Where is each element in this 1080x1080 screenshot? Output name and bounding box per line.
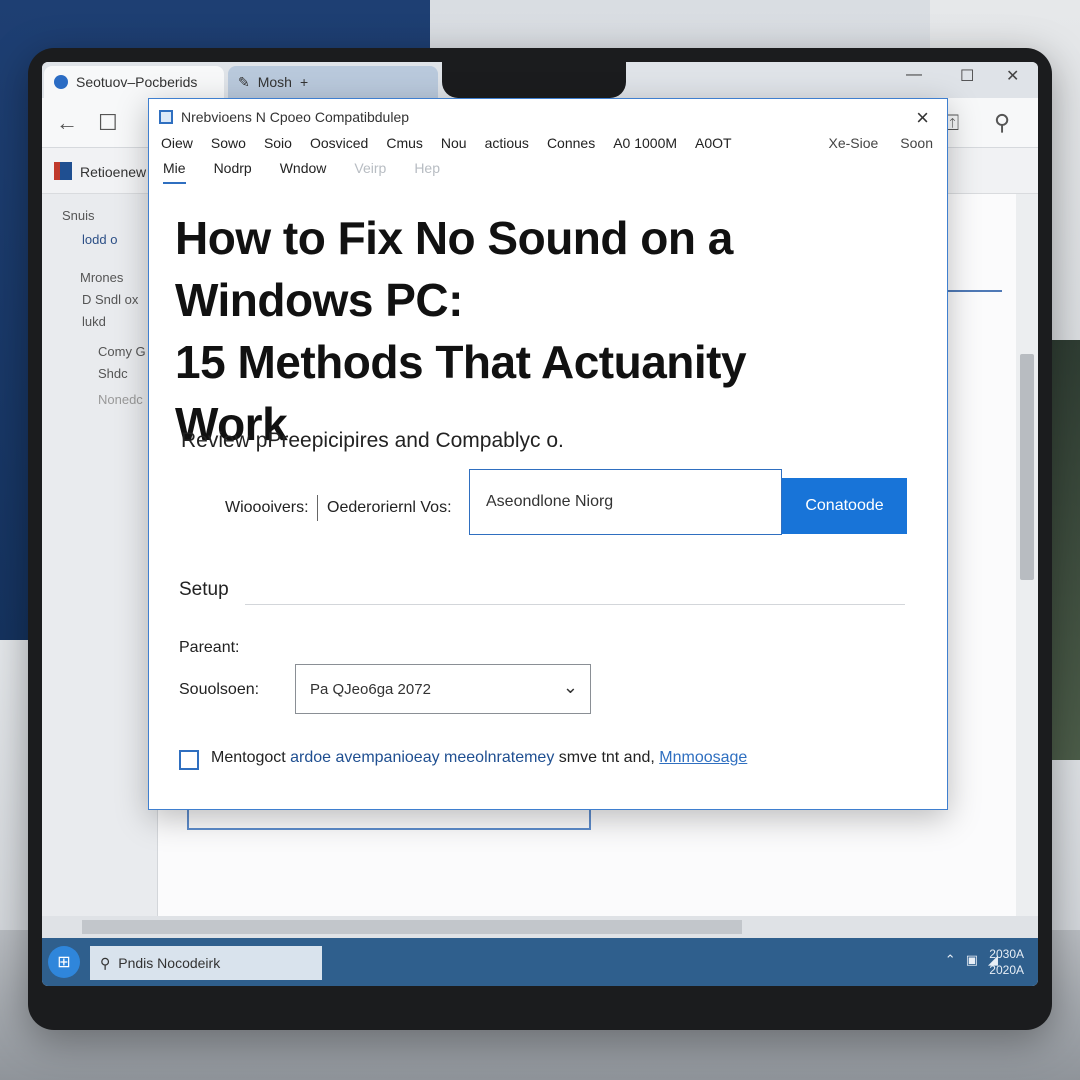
menu-item-dropdown[interactable]: Xe-Sioe (828, 135, 878, 151)
menu-item[interactable]: Oiew (161, 135, 193, 151)
camera-notch (442, 48, 626, 98)
sidebar-item[interactable]: lukd (82, 314, 106, 329)
menu-item[interactable]: Soon (900, 135, 933, 151)
sidebar-item[interactable]: Mrones (80, 270, 123, 285)
menu-item[interactable]: Nou (441, 135, 467, 151)
text-input[interactable]: Aseondlone Niorg (469, 469, 782, 535)
field-label: Oederoriernl Vos: (327, 499, 452, 516)
checkbox-link[interactable]: Mnmoosage (659, 749, 747, 766)
sidebar-item[interactable]: Nonedc (98, 392, 143, 407)
menu-item[interactable]: Connes (547, 135, 595, 151)
scroll-thumb[interactable] (82, 920, 742, 934)
label-separator (317, 495, 318, 521)
clock[interactable]: 2030A 2020A (989, 946, 1024, 978)
sidebar-item[interactable]: lodd o (82, 232, 117, 247)
minimize-icon[interactable]: — (906, 66, 922, 84)
taskbar-search[interactable]: ⚲ Pndis Nocodeirk (90, 946, 322, 980)
menu-item[interactable]: A0 1000M (613, 135, 677, 151)
tab-favicon-icon (54, 75, 68, 89)
new-tab-icon[interactable]: + (300, 74, 308, 90)
dialog-menu-bar: Oiew Sowo Soio Oosviced Cmus Nou actious… (161, 135, 937, 151)
vertical-scrollbar[interactable] (1016, 194, 1038, 916)
dialog-title: Nrebvioens N Cpoeo Compatibdulep (181, 109, 410, 125)
menu-item[interactable]: A0OT (695, 135, 732, 151)
tab[interactable]: Nodrp (214, 160, 252, 184)
network-icon[interactable]: ▣ (966, 952, 978, 968)
tab-disabled: Veirp (354, 160, 387, 176)
page-title: How to Fix No Sound on a Windows PC: 15 … (175, 207, 935, 455)
tab-edit-icon: ✎ (238, 73, 250, 90)
sidebar-item[interactable]: Comy G (98, 344, 146, 359)
page-title-line: 15 Methods That Actuanity (175, 336, 747, 388)
scroll-thumb[interactable] (1020, 354, 1034, 580)
maximize-icon[interactable]: ☐ (960, 66, 974, 86)
select-value: Pa QJeo6ga 2072 (310, 680, 431, 698)
clock-date: 2020A (989, 963, 1024, 977)
dialog-tabs: Mie Nodrp Wndow Veirp Hep (163, 160, 468, 184)
checkbox-label-text: smve tnt and, (558, 749, 655, 766)
section-divider (245, 604, 905, 605)
menu-item[interactable]: Soio (264, 135, 292, 151)
sidebar-item[interactable]: D Sndl ox (82, 292, 138, 307)
divider-line (948, 290, 1002, 292)
close-icon[interactable]: × (916, 105, 929, 131)
section-title: Setup (179, 579, 229, 600)
checkbox-label: Mentogoct ardoe avempanioeay meeolnratem… (211, 749, 747, 767)
start-button[interactable]: ⊞ (48, 946, 80, 978)
app-logo-icon (54, 162, 72, 180)
select-label: Souolsoen: (179, 681, 260, 698)
field-label: Wioooivers: (225, 499, 309, 516)
sidebar-item[interactable]: Shdc (98, 366, 128, 381)
dialog-app-icon (159, 110, 173, 124)
tab-label: Mosh (257, 74, 292, 90)
clock-time: 2030A (989, 947, 1024, 961)
subheading: Review pPreepicipires and Compablyc o. (181, 429, 564, 452)
tab[interactable]: Wndow (280, 160, 327, 184)
sidebar-item[interactable]: Snuis (62, 208, 95, 223)
close-window-icon[interactable]: ✕ (1006, 66, 1019, 86)
menu-item[interactable]: Cmus (386, 135, 423, 151)
compatibility-dialog: Nrebvioens N Cpoeo Compatibdulep × Oiew … (148, 98, 948, 810)
horizontal-scrollbar[interactable] (42, 916, 1038, 938)
taskbar: ⊞ ⚲ Pndis Nocodeirk ⌃ ▣ ◢ 2030A 2020A (42, 938, 1038, 986)
tab-disabled: Hep (414, 160, 440, 176)
dialog-title-bar: Nrebvioens N Cpoeo Compatibdulep (159, 109, 409, 125)
dropdown-select[interactable]: Pa QJeo6ga 2072 ⌄ (295, 664, 591, 714)
menu-item[interactable]: Oosviced (310, 135, 368, 151)
search-icon: ⚲ (100, 954, 111, 971)
primary-action-button[interactable]: Conatoode (782, 478, 907, 534)
dialog-menu-right: Xe-Sioe Soon (828, 135, 933, 151)
taskbar-search-text: Pndis Nocodeirk (118, 955, 221, 971)
menu-item[interactable]: actious (485, 135, 529, 151)
windows-logo-icon: ⊞ (57, 954, 71, 971)
field-label: Pareant: (179, 639, 240, 656)
checkbox-label-text: Mentogoct (211, 749, 291, 766)
sidebar: Snuis lodd o Mrones D Sndl ox lukd Comy … (42, 194, 158, 916)
back-arrow-icon[interactable]: ← (56, 110, 78, 136)
browser-tab-active[interactable]: ✎ Mosh + (228, 66, 438, 98)
menu-item[interactable]: Sowo (211, 135, 246, 151)
checkbox-label-text: ardoe avempanioeay meeolnratemey (290, 749, 555, 766)
app-name: Retioenew (80, 164, 147, 180)
browser-tab[interactable]: Seotuov–Pocberids (44, 66, 224, 98)
page-title-line: How to Fix No Sound on a Windows PC: (175, 212, 733, 326)
square-icon[interactable]: ☐ (98, 110, 118, 136)
tab-label: Seotuov–Pocberids (76, 74, 198, 90)
tab-active[interactable]: Mie (163, 160, 186, 184)
agreement-checkbox[interactable] (179, 750, 199, 770)
search-icon[interactable]: ⚲ (994, 110, 1010, 136)
chevron-down-icon: ⌄ (562, 677, 578, 697)
chevron-up-icon[interactable]: ⌃ (945, 952, 956, 968)
